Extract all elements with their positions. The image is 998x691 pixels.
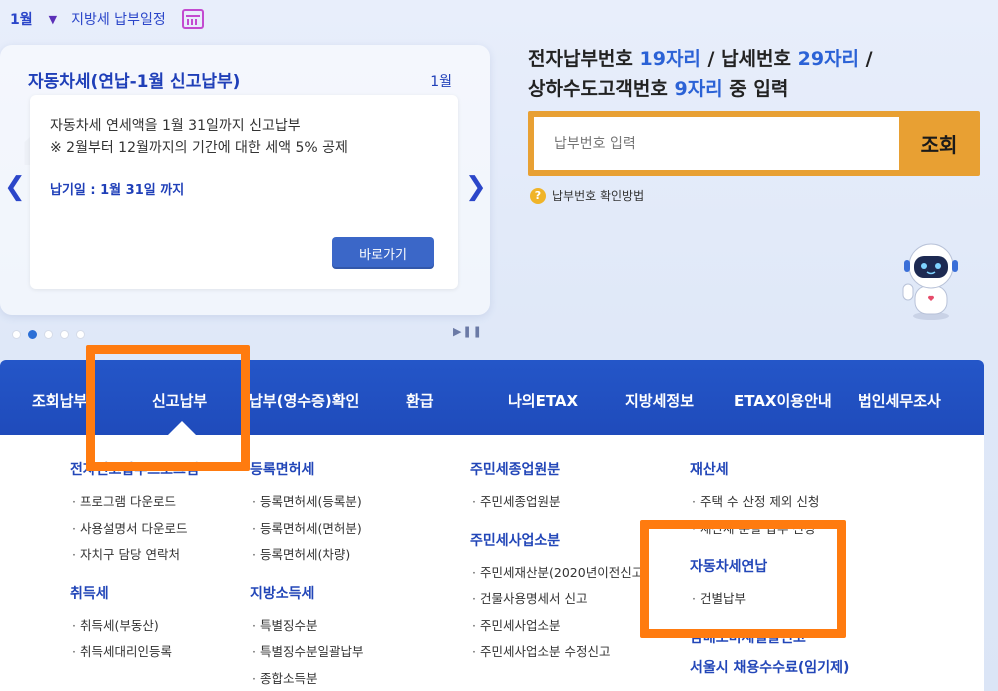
submenu-item[interactable]: 종합소득분 [250,666,364,691]
chevron-down-icon[interactable]: ▼ [49,13,57,26]
submenu-item[interactable]: 사용설명서 다운로드 [70,516,199,543]
carousel-dots [12,330,85,339]
robot-mascot-icon [902,243,958,320]
notice-line-1: 자동차세 연세액을 1월 31일까지 신고납부 [50,118,301,134]
submenu-heading[interactable]: 주민세종업원분 [470,459,648,479]
search-title-highlight: 9자리 [674,78,723,100]
submenu-column-3: 주민세종업원분 주민세종업원분 주민세사업소분 주민세재산분(2020년이전신고… [470,459,648,680]
go-button[interactable]: 바로가기 [332,237,434,269]
submenu-item[interactable]: 프로그램 다운로드 [70,489,199,516]
play-pause-icon[interactable]: ▶❚❚ [453,325,483,338]
submenu-heading[interactable]: 취득세 [70,583,199,603]
submenu-item[interactable]: 특별징수분일괄납부 [250,639,364,666]
month-select[interactable]: 1월 [10,9,33,29]
chevron-left-icon[interactable]: ❮ [4,172,26,202]
notice-month: 1월 [430,74,452,90]
search-title: 전자납부번호 19자리 / 납세번호 29자리 / 상하수도고객번호 9자리 중… [528,44,873,104]
search-title-text: 전자납부번호 [528,48,640,70]
search-box: 조회 [528,111,980,176]
submenu-item[interactable]: 특별징수분 [250,613,364,640]
submenu-heading[interactable]: 재산세 [690,459,849,479]
submenu-item[interactable]: 주택 수 산정 제외 신청 [690,489,849,516]
notice-due-date: 납기일 : 1월 31일 까지 [50,183,185,198]
search-title-line-2: 상하수도고객번호 9자리 중 입력 [528,74,873,104]
submenu-item[interactable]: 등록면허세(차량) [250,542,364,569]
nav-item-inquiry-payment[interactable]: 조회납부 [32,390,87,411]
carousel-dot[interactable] [44,330,53,339]
chevron-right-icon[interactable]: ❯ [465,172,487,202]
submenu-item[interactable]: 주민세사업소분 [470,613,648,640]
nav-item-refund[interactable]: 환급 [406,390,434,411]
submenu-item[interactable]: 주민세재산분(2020년이전신고) [470,560,648,587]
submenu-heading[interactable]: 등록면허세 [250,459,364,479]
help-link[interactable]: ? 납부번호 확인방법 [530,187,644,204]
search-title-text: 중 입력 [722,78,789,100]
payment-number-input[interactable] [534,117,899,170]
search-title-highlight: 19자리 [639,48,701,70]
carousel-dot[interactable] [12,330,21,339]
search-title-text: / 납세번호 [700,48,798,70]
submenu-item[interactable]: 자치구 담당 연락처 [70,542,199,569]
carousel-dot[interactable] [28,330,37,339]
submenu-item[interactable]: 등록면허세(면허분) [250,516,364,543]
carousel-dot[interactable] [60,330,69,339]
submenu-item[interactable]: 취득세(부동산) [70,613,199,640]
help-label: 납부번호 확인방법 [552,189,645,203]
carousel-dot[interactable] [76,330,85,339]
notice-carousel: 자동차세(연납-1월 신고납부) 1월 자동차세 연세액을 1월 31일까지 신… [0,45,490,315]
search-title-text: / [859,48,873,70]
nav-item-local-tax-info[interactable]: 지방세정보 [625,390,694,411]
nav-item-corporate-audit[interactable]: 법인세무조사 [858,390,941,411]
submenu-heading[interactable]: 지방소득세 [250,583,364,603]
search-title-text: 상하수도고객번호 [528,78,675,100]
notice-body: 자동차세 연세액을 1월 31일까지 신고납부 ※ 2월부터 12월까지의 기간… [30,95,458,289]
question-icon: ? [530,187,546,204]
calendar-icon[interactable] [181,9,204,29]
submenu-item[interactable]: 주민세사업소분 수정신고 [470,639,648,666]
submenu-item[interactable]: 등록면허세(등록분) [250,489,364,516]
submenu-heading[interactable]: 주민세사업소분 [470,530,648,550]
submenu-item[interactable]: 취득세대리인등록 [70,639,199,666]
nav-item-etax-guide[interactable]: ETAX이용안내 [734,390,832,411]
submenu-item[interactable]: 건물사용명세서 신고 [470,586,648,613]
notice-title: 자동차세(연납-1월 신고납부) [28,72,241,92]
search-title-highlight: 29자리 [797,48,860,70]
submenu-column-1: 전자신고납부프로그램 프로그램 다운로드 사용설명서 다운로드 자치구 담당 연… [70,459,199,680]
highlight-box-report-payment [86,345,250,471]
highlight-box-auto-tax [640,520,846,638]
nav-item-my-etax[interactable]: 나의ETAX [508,390,578,411]
search-title-line-1: 전자납부번호 19자리 / 납세번호 29자리 / [528,44,873,74]
search-button[interactable]: 조회 [904,117,974,170]
submenu-heading[interactable]: 서울시 채용수수료(임기제) [690,657,849,677]
submenu-item[interactable]: 주민세종업원분 [470,489,648,516]
nav-item-receipt-check[interactable]: 납부(영수증)확인 [249,390,359,411]
submenu-column-2: 등록면허세 등록면허세(등록분) 등록면허세(면허분) 등록면허세(차량) 지방… [250,459,364,691]
schedule-bar: 1월 ▼ 지방세 납부일정 [0,0,998,38]
schedule-title[interactable]: 지방세 납부일정 [71,9,166,29]
notice-line-2: ※ 2월부터 12월까지의 기간에 대한 세액 5% 공제 [50,140,348,156]
